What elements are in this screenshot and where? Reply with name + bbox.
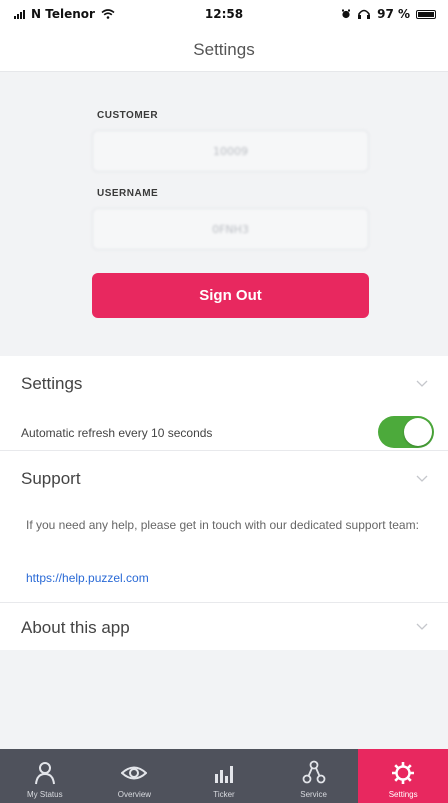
status-right: 97 % [341,7,436,21]
account-section: CUSTOMER 10009 USERNAME 0FNH3 Sign Out [0,72,448,356]
gear-icon [392,762,415,784]
tab-label: My Status [27,790,63,799]
tab-label: Service [300,790,327,799]
auto-refresh-label: Automatic refresh every 10 seconds [21,426,213,440]
sign-out-button[interactable]: Sign Out [92,273,369,318]
auto-refresh-toggle[interactable] [378,416,434,448]
tab-bar: My Status Overview Ticker Service Settin… [0,749,448,803]
page-title: Settings [193,39,255,59]
username-value: 0FNH3 [212,222,249,236]
tab-settings[interactable]: Settings [358,749,448,803]
support-link[interactable]: https://help.puzzel.com [26,571,149,585]
tab-service[interactable]: Service [269,749,359,803]
support-section-title[interactable]: Support [21,469,81,489]
bar-chart-icon [214,766,233,783]
settings-section-title[interactable]: Settings [21,374,82,394]
service-nodes-icon [302,760,325,784]
chevron-down-icon[interactable] [416,623,428,631]
about-section-title[interactable]: About this app [21,618,130,638]
toggle-knob [404,418,432,446]
tab-label: Overview [117,790,152,799]
tab-my-status[interactable]: My Status [0,749,90,803]
battery-percent: 97 % [377,7,410,21]
username-field: 0FNH3 [92,208,369,250]
nav-bar: Settings [0,28,448,72]
headphones-icon [358,9,371,19]
person-icon [34,762,55,785]
about-section: About this app [0,603,448,650]
eye-icon [121,766,148,780]
settings-screen: N Telenor 12:58 97 % Settings CUSTOMER 1… [0,0,448,803]
chevron-down-icon[interactable] [416,380,428,388]
tab-ticker[interactable]: Ticker [179,749,269,803]
battery-icon [416,9,436,19]
status-bar: N Telenor 12:58 97 % [0,0,448,28]
chevron-down-icon[interactable] [416,475,428,483]
customer-field: 10009 [92,130,369,172]
username-label: USERNAME [97,188,159,199]
tab-label: Ticker [213,790,235,799]
customer-label: CUSTOMER [97,110,159,121]
settings-section: Settings Automatic refresh every 10 seco… [0,356,448,450]
customer-value: 10009 [213,144,248,158]
alarm-icon [342,9,351,19]
tab-label: Settings [388,790,418,799]
support-section: Support If you need any help, please get… [0,451,448,602]
support-text: If you need any help, please get in touc… [26,518,419,532]
tab-overview[interactable]: Overview [90,749,180,803]
